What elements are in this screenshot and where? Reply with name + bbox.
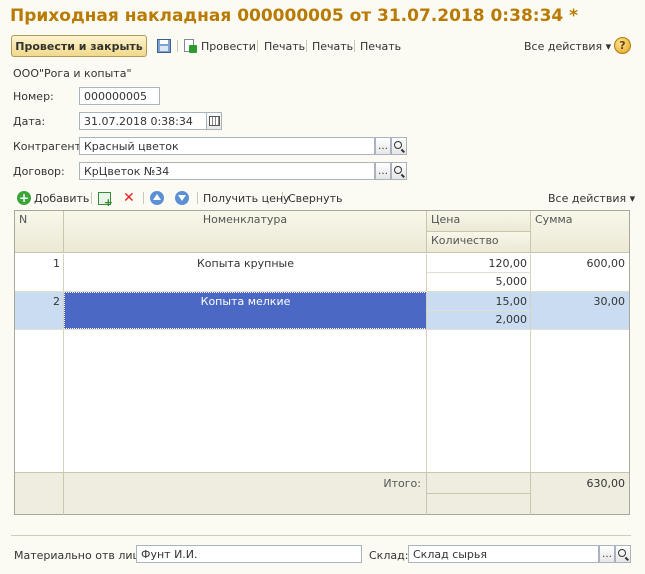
row-quantity[interactable]: 2,000 xyxy=(427,310,531,328)
move-up-button[interactable] xyxy=(150,190,164,206)
date-field[interactable]: 31.07.2018 0:38:34 xyxy=(79,112,207,130)
print-button-1[interactable]: Печать xyxy=(264,38,305,54)
search-icon xyxy=(394,141,402,149)
counterparty-open-button[interactable] xyxy=(391,137,407,155)
table-footer: Итого: 630,00 xyxy=(15,472,629,515)
ellipsis-icon: … xyxy=(378,140,388,152)
add-row-button[interactable]: + Добавить xyxy=(17,190,89,206)
save-icon xyxy=(157,39,171,53)
footer-divider xyxy=(11,535,631,536)
add-row-label: Добавить xyxy=(34,191,90,205)
row-price[interactable]: 15,00 xyxy=(427,292,531,310)
calendar-button[interactable] xyxy=(206,112,222,130)
copy-row-button[interactable] xyxy=(98,190,113,209)
post-button[interactable]: Провести xyxy=(183,38,256,54)
print-button-2[interactable]: Печать xyxy=(312,38,353,54)
row-sum: 600,00 xyxy=(586,256,626,270)
table-row[interactable]: 2 Копыта мелкие 15,00 2,000 30,00 xyxy=(15,292,629,329)
table-all-actions-menu[interactable]: Все действия ▾ xyxy=(548,190,635,206)
responsible-label: Материально отв лицо: xyxy=(14,549,151,562)
total-sum: 630,00 xyxy=(586,476,626,490)
row-number: 2 xyxy=(53,294,60,308)
warehouse-field[interactable]: Склад сырья xyxy=(408,545,599,563)
calendar-icon xyxy=(208,116,220,126)
row-sum: 30,00 xyxy=(593,294,626,308)
post-document-icon xyxy=(183,39,197,53)
row-item[interactable]: Копыта крупные xyxy=(64,254,427,272)
post-button-label: Провести xyxy=(201,39,256,53)
copy-icon xyxy=(98,191,113,209)
column-header-item[interactable]: Номенклатура xyxy=(64,211,427,253)
delete-icon: ✕ xyxy=(123,190,135,206)
post-and-close-button[interactable]: Провести и закрыть xyxy=(11,35,147,57)
column-header-quantity[interactable]: Количество xyxy=(427,232,531,253)
date-label: Дата: xyxy=(13,115,46,128)
warehouse-select-button[interactable]: … xyxy=(599,545,615,563)
goods-table: N Номенклатура Цена Количество Сумма 1 К… xyxy=(14,210,630,515)
collapse-button[interactable]: Свернуть xyxy=(288,190,343,206)
contract-field[interactable]: КрЦветок №34 xyxy=(79,162,375,180)
counterparty-select-button[interactable]: … xyxy=(375,137,391,155)
contract-select-button[interactable]: … xyxy=(375,162,391,180)
arrow-up-icon xyxy=(150,191,164,205)
row-number: 1 xyxy=(53,256,60,270)
row-item[interactable]: Копыта мелкие xyxy=(64,292,427,310)
responsible-field[interactable]: Фунт И.И. xyxy=(136,545,362,563)
save-button[interactable] xyxy=(157,38,171,54)
contract-open-button[interactable] xyxy=(391,162,407,180)
main-toolbar: Провести и закрыть Провести Печать Печат… xyxy=(11,35,631,57)
column-header-price[interactable]: Цена xyxy=(427,211,531,232)
help-icon[interactable]: ? xyxy=(614,37,631,54)
ellipsis-icon: … xyxy=(602,548,612,560)
table-toolbar: + Добавить ✕ Получить цену Свернуть Все … xyxy=(15,189,635,209)
number-label: Номер: xyxy=(13,90,54,103)
print-button-3[interactable]: Печать xyxy=(360,38,401,54)
arrow-down-icon xyxy=(175,191,189,205)
add-icon: + xyxy=(17,191,31,205)
search-icon xyxy=(618,549,626,557)
ellipsis-icon: … xyxy=(378,165,388,177)
row-price[interactable]: 120,00 xyxy=(427,254,531,272)
window-title: Приходная накладная 000000005 от 31.07.2… xyxy=(10,6,579,26)
all-actions-menu[interactable]: Все действия ▾ xyxy=(524,38,611,54)
warehouse-open-button[interactable] xyxy=(615,545,631,563)
table-row[interactable]: 1 Копыта крупные 120,00 5,000 600,00 xyxy=(15,254,629,291)
organization-label: ООО"Рога и копыта" xyxy=(13,67,132,80)
total-label: Итого: xyxy=(383,476,421,490)
counterparty-label: Контрагент: xyxy=(13,140,85,153)
move-down-button[interactable] xyxy=(175,190,189,206)
warehouse-label: Склад: xyxy=(369,549,409,562)
get-price-button[interactable]: Получить цену xyxy=(203,190,290,206)
column-header-n[interactable]: N xyxy=(15,211,64,253)
contract-label: Договор: xyxy=(13,165,65,178)
search-icon xyxy=(394,166,402,174)
column-header-sum[interactable]: Сумма xyxy=(531,211,629,253)
counterparty-field[interactable]: Красный цветок xyxy=(79,137,375,155)
row-quantity[interactable]: 5,000 xyxy=(427,272,531,290)
delete-row-button[interactable]: ✕ xyxy=(123,190,135,206)
number-field[interactable]: 000000005 xyxy=(79,87,160,105)
